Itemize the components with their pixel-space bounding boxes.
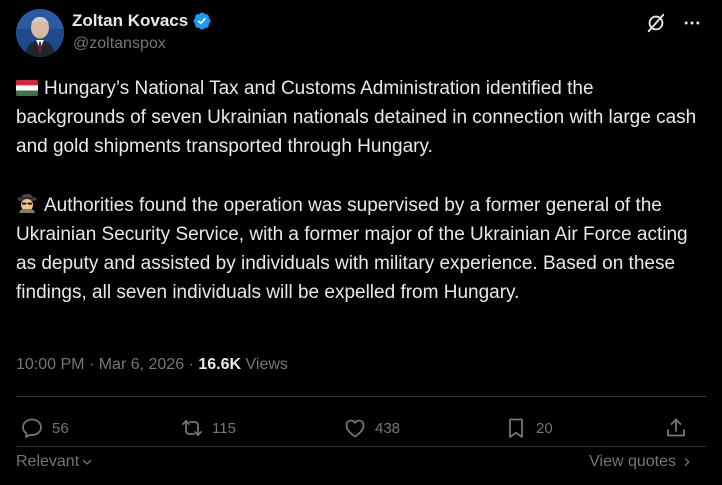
share-icon xyxy=(667,418,685,437)
divider xyxy=(16,446,706,447)
tweet-meta: 10:00 PM · Mar 6, 2026 · 16.6K Views xyxy=(16,354,288,376)
name-row: Zoltan Kovacs xyxy=(72,11,212,31)
tweet-paragraph: Hungary’s National Tax and Customs Admin… xyxy=(16,74,706,162)
reply-button[interactable]: 56 xyxy=(20,412,69,444)
like-count: 438 xyxy=(375,419,401,437)
like-button[interactable]: 438 xyxy=(343,412,400,444)
chevron-right-icon xyxy=(684,458,690,466)
bookmark-icon xyxy=(509,418,523,438)
verified-badge-icon[interactable] xyxy=(192,11,212,31)
divider xyxy=(16,396,706,397)
repost-count: 115 xyxy=(212,419,236,437)
repost-icon xyxy=(182,420,202,436)
view-quotes-link[interactable]: View quotes xyxy=(589,453,692,471)
meta-separator: · xyxy=(188,356,194,373)
tweet-paragraph-text: Hungary’s National Tax and Customs Admin… xyxy=(16,78,697,158)
tweet-header: Zoltan Kovacs @zoltanspox xyxy=(16,9,706,61)
tweet-date[interactable]: Mar 6, 2026 xyxy=(99,356,184,373)
tweet-text: Hungary’s National Tax and Customs Admin… xyxy=(16,74,706,307)
views-label: Views xyxy=(245,356,288,373)
tweet-time[interactable]: 10:00 PM xyxy=(16,356,84,373)
meta-separator: · xyxy=(88,356,95,373)
tweet-paragraph: Authorities found the operation was supe… xyxy=(16,191,706,308)
header-actions xyxy=(642,9,706,37)
user-handle[interactable]: @zoltanspox xyxy=(73,34,166,54)
repost-button[interactable]: 115 xyxy=(180,412,236,444)
action-bar: 56 115 438 20 xyxy=(16,412,706,444)
chevron-down-icon xyxy=(83,459,92,465)
bookmark-count: 20 xyxy=(536,419,553,437)
display-name[interactable]: Zoltan Kovacs xyxy=(72,11,188,31)
hungary-flag-icon xyxy=(16,76,38,96)
detective-icon xyxy=(16,193,38,213)
view-quotes-label: View quotes xyxy=(589,453,676,470)
avatar[interactable] xyxy=(16,9,64,57)
share-button[interactable] xyxy=(664,412,688,444)
sort-relevant-dropdown[interactable]: Relevant xyxy=(16,453,93,471)
reply-count: 56 xyxy=(52,419,69,437)
more-icon[interactable] xyxy=(678,9,706,37)
views-count[interactable]: 16.6K xyxy=(198,356,241,373)
sort-label: Relevant xyxy=(16,453,80,470)
avatar-image xyxy=(16,9,64,57)
reply-icon xyxy=(22,418,42,438)
tweet-paragraph-text: Authorities found the operation was supe… xyxy=(16,194,688,304)
bookmark-button[interactable]: 20 xyxy=(504,412,553,444)
heart-icon xyxy=(345,419,365,438)
replies-footer: Relevant View quotes xyxy=(16,453,706,477)
grok-icon[interactable] xyxy=(642,9,670,37)
